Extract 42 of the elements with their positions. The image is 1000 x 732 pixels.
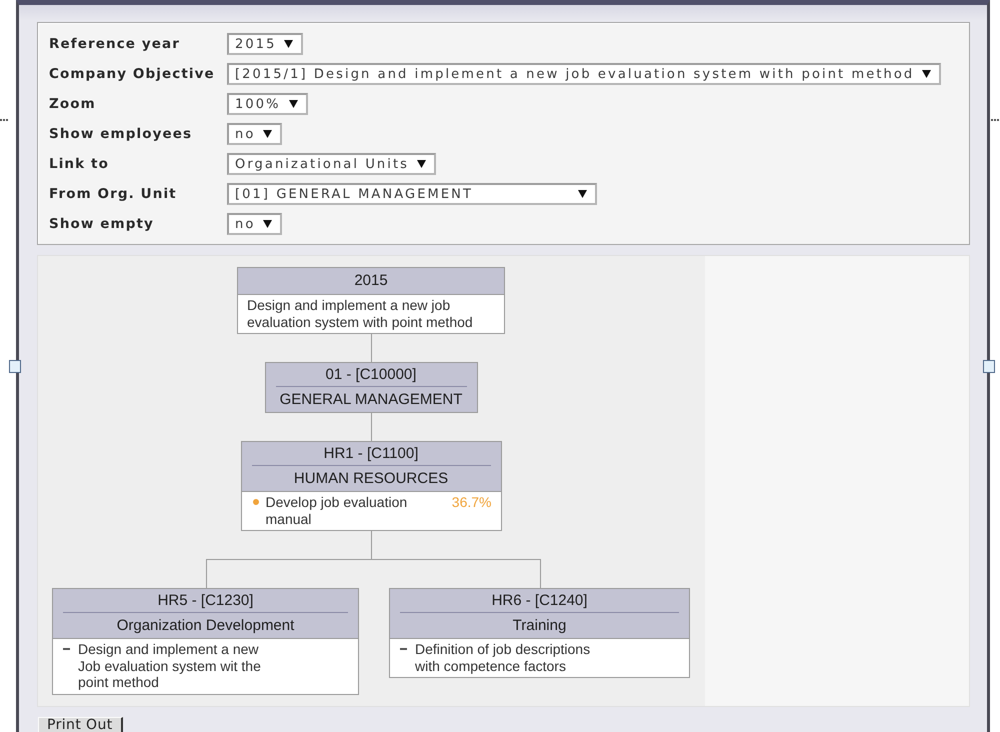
dropdown-arrow-icon [284,40,294,48]
node-code: HR5 - [C1230] [156,591,254,611]
field-label: Show empty [49,216,154,232]
field-label: Reference year [49,36,180,52]
guide-dots-icon [0,119,8,121]
dropdown[interactable]: [01] GENERAL MANAGEMENT [227,183,597,206]
dropdown[interactable]: no [227,123,282,146]
print-button[interactable]: Print Out [38,716,123,732]
node-description: Design and implement a new job evaluation system with point method [238,294,504,333]
dropdown[interactable]: no [227,213,282,236]
dash-bullet-icon [63,648,70,650]
node-title: HUMAN RESOURCES [292,469,450,489]
guide-dots-icon [991,119,999,121]
objective-text: Design and implement a new Job evaluation system wit the point method [78,641,262,690]
progress-percent: 36.7% [450,494,492,510]
dropdown-arrow-icon [578,190,587,198]
field-label: Company Objective [49,66,215,82]
resize-handle[interactable] [983,360,995,373]
objective-text: Definition of job descriptions with competence factors [415,641,592,674]
dropdown[interactable]: 100% [227,93,308,116]
dropdown-arrow-icon [417,160,426,168]
field-label: Show employees [49,126,192,142]
dropdown-arrow-icon [263,130,272,138]
node-code: HR1 - [C1100] [322,444,420,464]
node-title: GENERAL MANAGEMENT [278,390,464,410]
resize-handle[interactable] [9,360,21,373]
node-title: 2015 [353,271,389,291]
field-label: From Org. Unit [49,186,177,202]
node-code: 01 - [C10000] [324,365,418,385]
node-code: HR6 - [C1240] [490,591,588,611]
field-label: Zoom [49,96,96,112]
dropdown-arrow-icon [288,100,298,108]
dropdown[interactable]: 2015 [227,33,304,56]
dropdown-arrow-icon [922,70,932,78]
dropdown[interactable]: Organizational Units [227,153,436,176]
dash-bullet-icon [400,648,407,650]
field-label: Link to [49,156,109,172]
node-title: Organization Development [116,616,296,636]
dropdown[interactable]: [2015/1] Design and implement a new job evaluation system with point method [227,63,942,86]
dropdown-arrow-icon [263,220,272,228]
node-title: Training [512,616,568,636]
objective-text: Develop job evaluation manual [266,494,408,527]
